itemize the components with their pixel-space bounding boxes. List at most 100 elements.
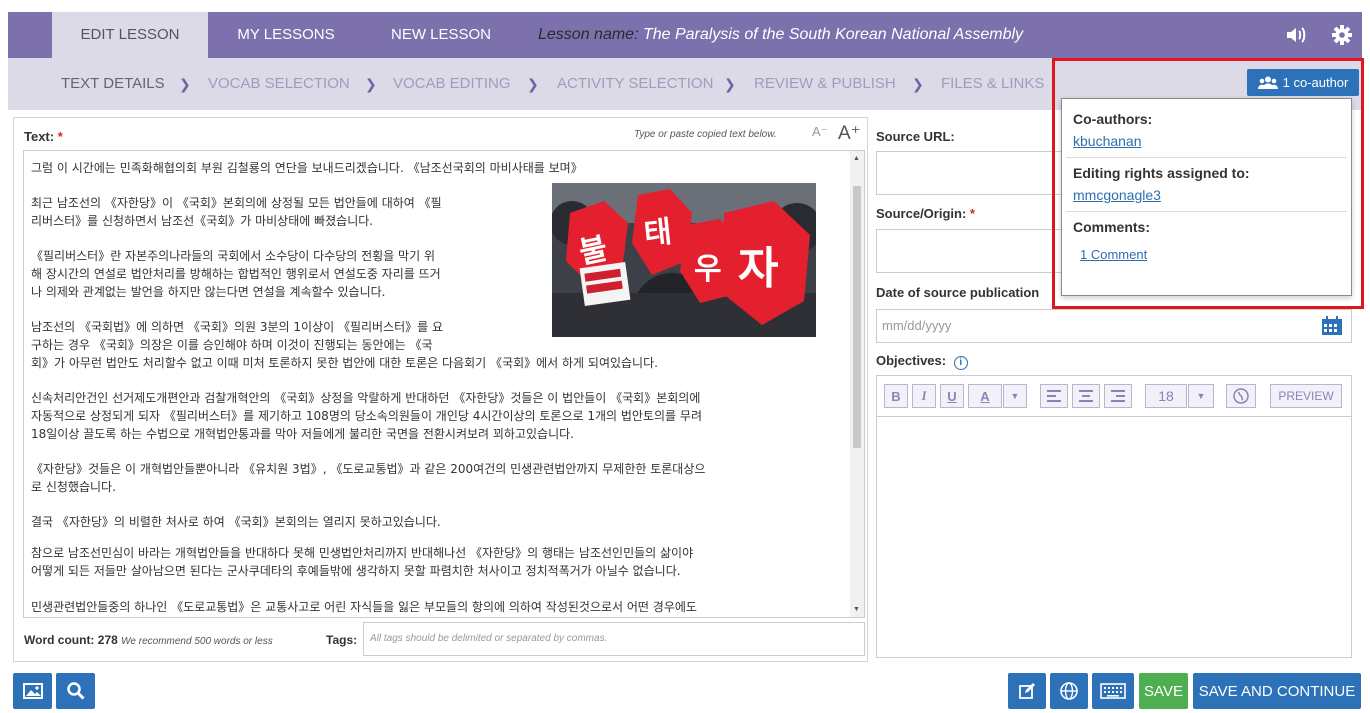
font-increase-button[interactable]: A⁺	[838, 122, 861, 145]
step-activity-selection[interactable]: ACTIVITY SELECTION	[557, 58, 713, 110]
scroll-up-icon[interactable]: ▲	[853, 155, 860, 162]
search-button[interactable]	[56, 673, 95, 709]
save-and-continue-button[interactable]: SAVE AND CONTINUE	[1193, 673, 1361, 709]
objectives-label-text: Objectives:	[876, 353, 947, 368]
scrollbar[interactable]: ▲ ▼	[850, 151, 864, 617]
font-decrease-button[interactable]: A⁻	[812, 124, 828, 140]
chevron-right-icon: ❯	[912, 76, 924, 92]
chevron-down-icon[interactable]: ▼	[1188, 384, 1214, 408]
save-button[interactable]: SAVE	[1139, 673, 1188, 709]
align-center-button[interactable]	[1072, 384, 1100, 408]
chevron-down-icon[interactable]: ▼	[1003, 384, 1027, 408]
word-count-value: 278	[97, 633, 118, 647]
lesson-name-prefix: Lesson name:	[538, 26, 639, 43]
text-line: 자동적으로 상정되게 되자 《필리버스터》를 제기하고 108명의 당소속의원들…	[31, 409, 702, 423]
divider	[1066, 157, 1347, 158]
text-line: 남조선의 《국회법》에 의하면 《국회》의원 3분의 1이상이 《필리버스터》를…	[31, 320, 444, 334]
keyboard-icon	[1100, 683, 1126, 699]
keyboard-button[interactable]	[1092, 673, 1134, 709]
globe-button[interactable]	[1050, 673, 1088, 709]
text-line: 신속처리안건인 선거제도개편안과 검찰개혁안의 《국회》상정을 악랄하게 반대하…	[31, 391, 701, 405]
align-center-icon	[1079, 390, 1093, 402]
globe-icon	[1060, 682, 1078, 700]
text-line: 로 신청했습니다.	[31, 480, 116, 494]
chevron-right-icon: ❯	[724, 76, 736, 92]
align-right-icon	[1111, 390, 1125, 402]
tags-input[interactable]: All tags should be delimited or separate…	[363, 622, 865, 656]
edit-icon	[1019, 683, 1035, 699]
comments-link[interactable]: 1 Comment	[1080, 247, 1147, 262]
text-line: 《필리버스터》란 자본주의나라들의 국회에서 소수당이 다수당의 전횡을 막기 …	[31, 249, 435, 263]
bold-button[interactable]: B	[884, 384, 908, 408]
protest-photo: 불 태 우 자	[552, 183, 816, 337]
top-nav: EDIT LESSON MY LESSONS NEW LESSON Lesson…	[8, 12, 1362, 58]
image-icon	[22, 683, 43, 699]
underline-button[interactable]: U	[940, 384, 964, 408]
svg-text:태: 태	[642, 214, 673, 252]
text-line: 해 장시간의 연설로 법안처리를 방해하는 합법적인 행위로서 연설도중 자리를…	[31, 267, 441, 281]
word-count: Word count: 278 We recommend 500 words o…	[24, 633, 273, 647]
edit-button[interactable]	[1008, 673, 1046, 709]
rights-heading: Editing rights assigned to:	[1073, 165, 1250, 181]
tab-my-lessons[interactable]: MY LESSONS	[214, 12, 358, 58]
chevron-right-icon: ❯	[179, 76, 191, 92]
objectives-editor[interactable]	[876, 417, 1352, 658]
text-color-button[interactable]: A	[968, 384, 1002, 408]
lesson-name-value: The Paralysis of the South Korean Nation…	[642, 26, 1024, 43]
lesson-name: Lesson name: The Paralysis of the South …	[538, 12, 1023, 58]
step-vocab-editing[interactable]: VOCAB EDITING	[393, 58, 511, 110]
calendar-icon[interactable]	[1321, 316, 1343, 341]
divider	[1066, 211, 1347, 212]
text-line: 최근 남조선의 《자한당》이 《국회》본회의에 상정될 모든 법안들에 대하여 …	[31, 196, 442, 210]
editor-toolbar: B I U A ▼ 18 ▼ PREVIEW	[876, 375, 1352, 417]
speaker-icon[interactable]	[1274, 12, 1318, 58]
rights-user-link[interactable]: mmcgonagle3	[1073, 187, 1161, 203]
svg-text:우: 우	[694, 252, 722, 287]
source-origin-label: Source/Origin: *	[876, 206, 975, 221]
text-hint: Type or paste copied text below.	[634, 129, 777, 140]
source-url-label: Source URL:	[876, 129, 955, 144]
link-button[interactable]	[1226, 384, 1256, 408]
step-review-publish[interactable]: REVIEW & PUBLISH	[754, 58, 896, 110]
text-line: 민생관련법안들중의 하나인 《도로교통법》은 교통사고로 어린 자식들을 잃은 …	[31, 600, 697, 614]
text-line: 참으로 남조선민심이 바라는 개혁법안들을 반대하다 못해 민생법안처리까지 반…	[31, 546, 694, 560]
text-line: 구하는 경우 《국회》의장은 이를 승인해야 하며 이것이 진행되는 동안에는 …	[31, 338, 433, 352]
chevron-right-icon: ❯	[365, 76, 377, 92]
date-input[interactable]: mm/dd/yyyy	[876, 309, 1352, 343]
preview-button[interactable]: PREVIEW	[1270, 384, 1342, 408]
text-line: 그럼 이 시간에는 민족화해협의회 부원 김철룡의 연단을 보내드리겠습니다. …	[31, 161, 583, 175]
text-line: 리버스터》를 신청하면서 남조선《국회》가 마비상태에 빠졌습니다.	[31, 214, 374, 228]
chevron-right-icon: ❯	[527, 76, 539, 92]
text-line: 《자한당》것들은 이 개혁법안들뿐아니라 《유치원 3법》, 《도로교통법》과 …	[31, 462, 706, 476]
coauthors-heading: Co-authors:	[1073, 111, 1153, 127]
image-button[interactable]	[13, 673, 52, 709]
font-size-select[interactable]: 18	[1145, 384, 1187, 408]
text-line: 회》가 아무런 법안도 처리할수 없고 이때 미처 토론하지 못한 법안에 대한…	[31, 356, 658, 370]
step-files-links[interactable]: FILES & LINKS	[941, 58, 1044, 110]
scroll-thumb[interactable]	[853, 186, 861, 448]
text-label-text: Text:	[24, 129, 55, 144]
step-text-details[interactable]: TEXT DETAILS	[61, 58, 165, 110]
scroll-down-icon[interactable]: ▼	[853, 606, 860, 613]
align-left-button[interactable]	[1040, 384, 1068, 408]
align-left-icon	[1047, 390, 1061, 402]
text-line: 18일이상 끌도록 하는 수법으로 개혁법안통과를 막아 저들에게 불리한 국면…	[31, 427, 574, 441]
italic-button[interactable]: I	[912, 384, 936, 408]
info-icon[interactable]: i	[953, 356, 968, 370]
coauthor-link[interactable]: kbuchanan	[1073, 133, 1142, 149]
text-line: 어떻게 되든 저들만 살아남으면 된다는 군사쿠데타의 후예들밖에 생각하지 못…	[31, 564, 681, 578]
source-origin-label-text: Source/Origin:	[876, 206, 967, 221]
gear-icon[interactable]	[1320, 12, 1364, 58]
word-count-note: We recommend 500 words or less	[121, 636, 273, 647]
date-label: Date of source publication	[876, 285, 1040, 300]
tab-new-lesson[interactable]: NEW LESSON	[368, 12, 514, 58]
globe-icon	[1233, 388, 1249, 404]
text-line: 결국 《자한당》의 비렬한 처사로 하여 《국회》본회의는 열리지 못하고있습니…	[31, 515, 441, 529]
search-icon	[66, 682, 85, 700]
word-count-label: Word count:	[24, 633, 95, 647]
step-vocab-selection[interactable]: VOCAB SELECTION	[208, 58, 350, 110]
svg-text:자: 자	[738, 243, 778, 294]
objectives-label: Objectives: i	[876, 353, 968, 370]
tab-edit-lesson[interactable]: EDIT LESSON	[52, 12, 208, 58]
align-right-button[interactable]	[1104, 384, 1132, 408]
